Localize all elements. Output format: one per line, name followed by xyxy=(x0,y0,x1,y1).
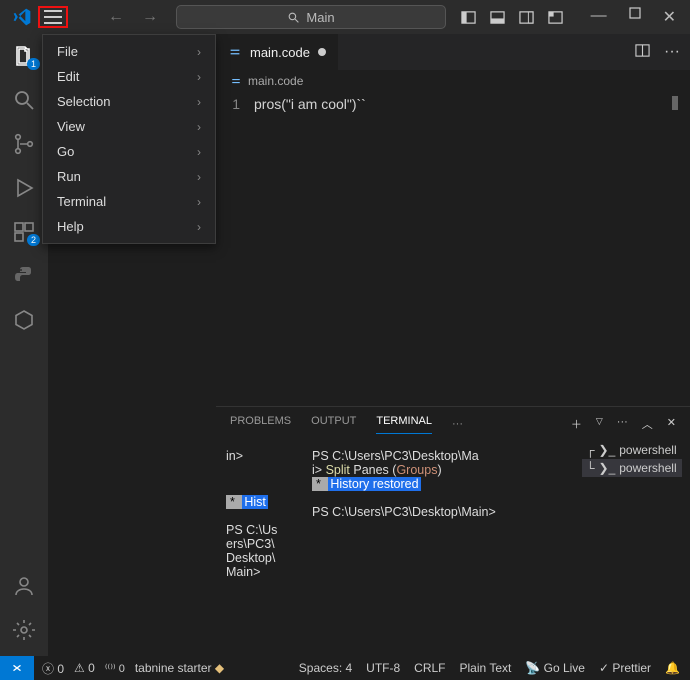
layout-sidebar-left-icon[interactable] xyxy=(461,10,476,25)
status-encoding[interactable]: UTF-8 xyxy=(366,661,400,675)
terminal-list-item[interactable]: └❯_powershell xyxy=(582,459,682,477)
window-minimize-button[interactable]: — xyxy=(591,7,607,27)
command-center-search[interactable]: Main xyxy=(176,5,446,29)
file-icon xyxy=(230,75,242,87)
menu-go[interactable]: Go› xyxy=(43,139,215,164)
dirty-indicator-icon xyxy=(318,48,326,56)
search-text: Main xyxy=(306,10,334,25)
terminal-list: ┌❯_powershell └❯_powershell xyxy=(582,441,682,477)
menu-terminal[interactable]: Terminal› xyxy=(43,189,215,214)
status-warnings[interactable]: ⚠ 0 xyxy=(74,661,95,675)
app-menu: File› Edit› Selection› View› Go› Run› Te… xyxy=(42,34,216,244)
panel-more-icon[interactable]: ··· xyxy=(452,418,463,430)
panel-close-icon[interactable]: ✕ xyxy=(667,416,676,432)
status-spaces[interactable]: Spaces: 4 xyxy=(299,661,352,675)
menu-help[interactable]: Help› xyxy=(43,214,215,239)
hamburger-highlight xyxy=(38,6,68,28)
menu-selection[interactable]: Selection› xyxy=(43,89,215,114)
menu-view[interactable]: View› xyxy=(43,114,215,139)
split-editor-icon[interactable] xyxy=(635,43,650,58)
panel-more2-icon[interactable]: ··· xyxy=(617,416,628,432)
activity-bar: 1 2 xyxy=(0,34,48,656)
file-icon xyxy=(228,45,242,59)
account-icon[interactable] xyxy=(12,574,36,598)
gear-icon[interactable] xyxy=(12,618,36,642)
title-bar: ← → Main — ✕ xyxy=(0,0,690,34)
window-maximize-button[interactable] xyxy=(629,7,641,19)
extensions-icon[interactable]: 2 xyxy=(12,220,36,244)
window-close-button[interactable]: ✕ xyxy=(663,7,676,27)
code-line: pros("i am cool")`` xyxy=(254,96,366,406)
status-eol[interactable]: CRLF xyxy=(414,661,445,675)
terminal-icon: ❯_ xyxy=(599,461,616,475)
python-icon[interactable] xyxy=(12,264,36,288)
status-golive[interactable]: 📡 Go Live xyxy=(525,661,585,675)
app-menu-button[interactable] xyxy=(44,10,62,24)
panel-tabs: PROBLEMS OUTPUT TERMINAL ··· ＋ ▽ ··· ︿ ✕ xyxy=(216,407,690,441)
bottom-panel: PROBLEMS OUTPUT TERMINAL ··· ＋ ▽ ··· ︿ ✕… xyxy=(216,406,690,656)
source-control-icon[interactable] xyxy=(12,132,36,156)
status-lang[interactable]: Plain Text xyxy=(460,661,512,675)
tab-problems[interactable]: PROBLEMS xyxy=(230,415,291,433)
terminal-pane-left[interactable]: in> * Hist PS C:\Us ers\PC3\ Desktop\ Ma… xyxy=(216,441,302,656)
chevron-right-icon: › xyxy=(197,95,201,109)
search-activity-icon[interactable] xyxy=(12,88,36,112)
hexagon-icon[interactable] xyxy=(12,308,36,332)
status-prettier[interactable]: ✓ Prettier xyxy=(599,661,651,675)
chevron-right-icon: › xyxy=(197,145,201,159)
panel-maximize-icon[interactable]: ︿ xyxy=(642,416,653,432)
run-debug-icon[interactable] xyxy=(12,176,36,200)
status-bar: ⓧ 0 ⚠ 0 ⁽⁽⁾⁾ 0 tabnine starter ◆ Spaces:… xyxy=(0,656,690,680)
new-terminal-icon[interactable]: ＋ xyxy=(571,416,582,432)
menu-run[interactable]: Run› xyxy=(43,164,215,189)
search-icon xyxy=(287,11,300,24)
explorer-badge: 1 xyxy=(27,58,40,70)
extensions-badge: 2 xyxy=(27,234,40,246)
editor-region: main.code ··· main.code 1 pros("i am coo… xyxy=(216,34,690,406)
editor-more-icon[interactable]: ··· xyxy=(664,43,680,61)
status-notifications-icon[interactable]: 🔔 xyxy=(665,661,680,675)
terminal-icon: ❯_ xyxy=(599,443,616,457)
chevron-right-icon: › xyxy=(197,70,201,84)
layout-sidebar-right-icon[interactable] xyxy=(519,10,534,25)
menu-edit[interactable]: Edit› xyxy=(43,64,215,89)
tab-terminal[interactable]: TERMINAL xyxy=(376,415,432,434)
tree-branch-icon: └ xyxy=(586,461,595,475)
nav-forward-icon[interactable]: → xyxy=(142,8,158,26)
chevron-right-icon: › xyxy=(197,120,201,134)
terminal-body[interactable]: in> * Hist PS C:\Us ers\PC3\ Desktop\ Ma… xyxy=(216,441,690,656)
terminal-list-item[interactable]: ┌❯_powershell xyxy=(582,441,682,459)
status-ports[interactable]: ⁽⁽⁾⁾ 0 xyxy=(105,662,125,675)
tab-output[interactable]: OUTPUT xyxy=(311,415,356,433)
vscode-logo-icon xyxy=(12,7,32,27)
chevron-right-icon: › xyxy=(197,220,201,234)
remote-button[interactable] xyxy=(0,656,34,680)
terminal-dropdown-icon[interactable]: ▽ xyxy=(596,416,603,432)
layout-customize-icon[interactable] xyxy=(548,10,563,25)
minimap-scroll-icon[interactable] xyxy=(672,96,678,110)
breadcrumb[interactable]: main.code xyxy=(216,70,690,92)
layout-panel-icon[interactable] xyxy=(490,10,505,25)
status-tabnine[interactable]: tabnine starter ◆ xyxy=(135,661,224,675)
tree-branch-icon: ┌ xyxy=(586,443,595,457)
chevron-right-icon: › xyxy=(197,45,201,59)
explorer-icon[interactable]: 1 xyxy=(12,44,36,68)
nav-arrows: ← → xyxy=(108,8,158,26)
status-errors[interactable]: ⓧ 0 xyxy=(42,660,64,677)
editor-tabs: main.code ··· xyxy=(216,34,690,70)
menu-file[interactable]: File› xyxy=(43,39,215,64)
chevron-right-icon: › xyxy=(197,170,201,184)
nav-back-icon[interactable]: ← xyxy=(108,8,124,26)
chevron-right-icon: › xyxy=(197,195,201,209)
line-gutter: 1 xyxy=(216,96,254,406)
tab-main-code[interactable]: main.code xyxy=(216,34,338,70)
code-editor[interactable]: 1 pros("i am cool")`` xyxy=(216,92,690,406)
